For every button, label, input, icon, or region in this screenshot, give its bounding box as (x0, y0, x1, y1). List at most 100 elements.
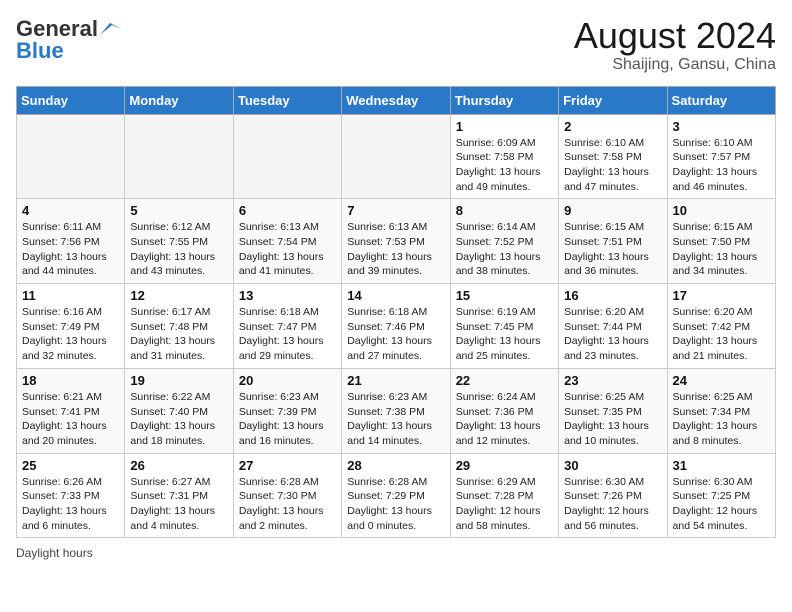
calendar-cell: 4 Sunrise: 6:11 AM Sunset: 7:56 PM Daylig… (17, 199, 125, 284)
calendar-cell: 5Sunrise: 6:12 AM Sunset: 7:55 PM Daylig… (125, 199, 233, 284)
logo-bird-icon (100, 21, 122, 37)
day-info: Sunrise: 6:18 AM Sunset: 7:47 PM Dayligh… (239, 305, 336, 364)
day-number: 15 (456, 288, 553, 303)
day-number: 16 (564, 288, 661, 303)
day-info: Sunrise: 6:17 AM Sunset: 7:48 PM Dayligh… (130, 305, 227, 364)
calendar-week-2: 4 Sunrise: 6:11 AM Sunset: 7:56 PM Daylig… (17, 199, 776, 284)
month-title: August 2024 (574, 16, 776, 56)
day-info: Sunrise: 6:13 AM Sunset: 7:54 PM Dayligh… (239, 220, 336, 279)
calendar-header-thursday: Thursday (450, 86, 558, 114)
day-info: Sunrise: 6:10 AM Sunset: 7:57 PM Dayligh… (673, 136, 770, 195)
calendar-cell: 7Sunrise: 6:13 AM Sunset: 7:53 PM Daylig… (342, 199, 450, 284)
page-header: General Blue August 2024 Shaijing, Gansu… (16, 16, 776, 74)
calendar-header-tuesday: Tuesday (233, 86, 341, 114)
day-info: Sunrise: 6:21 AM Sunset: 7:41 PM Dayligh… (22, 390, 119, 449)
day-number: 17 (673, 288, 770, 303)
day-info: Sunrise: 6:10 AM Sunset: 7:58 PM Dayligh… (564, 136, 661, 195)
daylight-hours-label: Daylight hours (16, 546, 93, 560)
day-number: 13 (239, 288, 336, 303)
day-info: Sunrise: 6:15 AM Sunset: 7:50 PM Dayligh… (673, 220, 770, 279)
day-number: 27 (239, 458, 336, 473)
day-info: Sunrise: 6:29 AM Sunset: 7:28 PM Dayligh… (456, 475, 553, 534)
calendar-cell: 1 Sunrise: 6:09 AM Sunset: 7:58 PM Daylig… (450, 114, 558, 199)
day-number: 3 (673, 119, 770, 134)
calendar-cell: 29 Sunrise: 6:29 AM Sunset: 7:28 PM Dayli… (450, 453, 558, 538)
calendar-header-saturday: Saturday (667, 86, 775, 114)
day-info: Sunrise: 6:23 AM Sunset: 7:39 PM Dayligh… (239, 390, 336, 449)
day-info: Sunrise: 6:20 AM Sunset: 7:44 PM Dayligh… (564, 305, 661, 364)
calendar-cell: 25Sunrise: 6:26 AM Sunset: 7:33 PM Dayli… (17, 453, 125, 538)
day-number: 2 (564, 119, 661, 134)
calendar-cell: 22Sunrise: 6:24 AM Sunset: 7:36 PM Dayli… (450, 368, 558, 453)
day-number: 29 (456, 458, 553, 473)
calendar-header-sunday: Sunday (17, 86, 125, 114)
day-info: Sunrise: 6:30 AM Sunset: 7:25 PM Dayligh… (673, 475, 770, 534)
calendar-week-4: 18 Sunrise: 6:21 AM Sunset: 7:41 PM Dayli… (17, 368, 776, 453)
calendar-week-3: 11Sunrise: 6:16 AM Sunset: 7:49 PM Dayli… (17, 284, 776, 369)
day-number: 24 (673, 373, 770, 388)
calendar-cell: 8 Sunrise: 6:14 AM Sunset: 7:52 PM Daylig… (450, 199, 558, 284)
calendar-cell: 15Sunrise: 6:19 AM Sunset: 7:45 PM Dayli… (450, 284, 558, 369)
calendar-cell: 28Sunrise: 6:28 AM Sunset: 7:29 PM Dayli… (342, 453, 450, 538)
day-info: Sunrise: 6:09 AM Sunset: 7:58 PM Dayligh… (456, 136, 553, 195)
calendar-cell: 23Sunrise: 6:25 AM Sunset: 7:35 PM Dayli… (559, 368, 667, 453)
day-number: 14 (347, 288, 444, 303)
day-info: Sunrise: 6:11 AM Sunset: 7:56 PM Dayligh… (22, 220, 119, 279)
calendar-cell: 9Sunrise: 6:15 AM Sunset: 7:51 PM Daylig… (559, 199, 667, 284)
calendar-week-5: 25Sunrise: 6:26 AM Sunset: 7:33 PM Dayli… (17, 453, 776, 538)
calendar-cell: 17Sunrise: 6:20 AM Sunset: 7:42 PM Dayli… (667, 284, 775, 369)
day-number: 1 (456, 119, 553, 134)
logo: General Blue (16, 16, 122, 64)
calendar-cell: 6 Sunrise: 6:13 AM Sunset: 7:54 PM Daylig… (233, 199, 341, 284)
calendar-cell (233, 114, 341, 199)
calendar-header-friday: Friday (559, 86, 667, 114)
calendar-week-1: 1 Sunrise: 6:09 AM Sunset: 7:58 PM Daylig… (17, 114, 776, 199)
logo-blue: Blue (16, 38, 64, 64)
day-info: Sunrise: 6:12 AM Sunset: 7:55 PM Dayligh… (130, 220, 227, 279)
day-info: Sunrise: 6:26 AM Sunset: 7:33 PM Dayligh… (22, 475, 119, 534)
calendar-cell: 21 Sunrise: 6:23 AM Sunset: 7:38 PM Dayli… (342, 368, 450, 453)
day-number: 4 (22, 203, 119, 218)
calendar-cell: 10 Sunrise: 6:15 AM Sunset: 7:50 PM Dayli… (667, 199, 775, 284)
calendar-cell: 3 Sunrise: 6:10 AM Sunset: 7:57 PM Daylig… (667, 114, 775, 199)
day-number: 10 (673, 203, 770, 218)
day-info: Sunrise: 6:28 AM Sunset: 7:30 PM Dayligh… (239, 475, 336, 534)
day-number: 8 (456, 203, 553, 218)
calendar-cell: 14 Sunrise: 6:18 AM Sunset: 7:46 PM Dayli… (342, 284, 450, 369)
day-number: 21 (347, 373, 444, 388)
day-number: 6 (239, 203, 336, 218)
legend: Daylight hours (16, 546, 776, 560)
day-info: Sunrise: 6:27 AM Sunset: 7:31 PM Dayligh… (130, 475, 227, 534)
calendar-cell (125, 114, 233, 199)
day-info: Sunrise: 6:23 AM Sunset: 7:38 PM Dayligh… (347, 390, 444, 449)
day-info: Sunrise: 6:28 AM Sunset: 7:29 PM Dayligh… (347, 475, 444, 534)
day-info: Sunrise: 6:13 AM Sunset: 7:53 PM Dayligh… (347, 220, 444, 279)
calendar-cell: 2 Sunrise: 6:10 AM Sunset: 7:58 PM Daylig… (559, 114, 667, 199)
day-number: 11 (22, 288, 119, 303)
day-info: Sunrise: 6:14 AM Sunset: 7:52 PM Dayligh… (456, 220, 553, 279)
day-number: 26 (130, 458, 227, 473)
day-info: Sunrise: 6:15 AM Sunset: 7:51 PM Dayligh… (564, 220, 661, 279)
calendar-cell: 19 Sunrise: 6:22 AM Sunset: 7:40 PM Dayli… (125, 368, 233, 453)
calendar-cell: 12Sunrise: 6:17 AM Sunset: 7:48 PM Dayli… (125, 284, 233, 369)
day-info: Sunrise: 6:30 AM Sunset: 7:26 PM Dayligh… (564, 475, 661, 534)
day-info: Sunrise: 6:18 AM Sunset: 7:46 PM Dayligh… (347, 305, 444, 364)
day-info: Sunrise: 6:22 AM Sunset: 7:40 PM Dayligh… (130, 390, 227, 449)
calendar-cell: 26 Sunrise: 6:27 AM Sunset: 7:31 PM Dayli… (125, 453, 233, 538)
location-subtitle: Shaijing, Gansu, China (574, 56, 776, 74)
day-number: 18 (22, 373, 119, 388)
calendar-cell: 24 Sunrise: 6:25 AM Sunset: 7:34 PM Dayli… (667, 368, 775, 453)
calendar-cell (17, 114, 125, 199)
calendar-cell: 16 Sunrise: 6:20 AM Sunset: 7:44 PM Dayli… (559, 284, 667, 369)
calendar-cell (342, 114, 450, 199)
calendar-cell: 18 Sunrise: 6:21 AM Sunset: 7:41 PM Dayli… (17, 368, 125, 453)
day-info: Sunrise: 6:25 AM Sunset: 7:34 PM Dayligh… (673, 390, 770, 449)
day-number: 20 (239, 373, 336, 388)
calendar-cell: 13 Sunrise: 6:18 AM Sunset: 7:47 PM Dayli… (233, 284, 341, 369)
day-info: Sunrise: 6:24 AM Sunset: 7:36 PM Dayligh… (456, 390, 553, 449)
calendar-cell: 11Sunrise: 6:16 AM Sunset: 7:49 PM Dayli… (17, 284, 125, 369)
day-number: 19 (130, 373, 227, 388)
day-number: 31 (673, 458, 770, 473)
calendar-cell: 31 Sunrise: 6:30 AM Sunset: 7:25 PM Dayli… (667, 453, 775, 538)
calendar-cell: 27 Sunrise: 6:28 AM Sunset: 7:30 PM Dayli… (233, 453, 341, 538)
